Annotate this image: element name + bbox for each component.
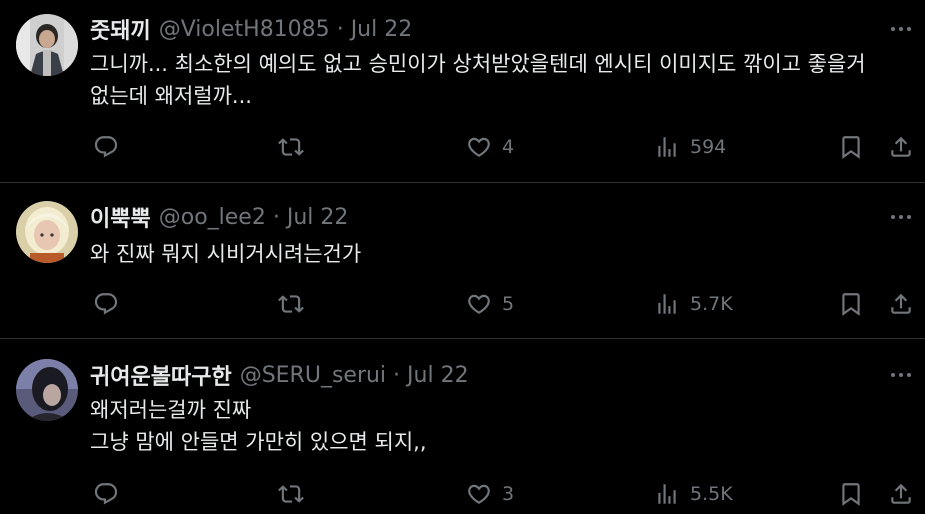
user-handle[interactable]: @SERU_serui bbox=[240, 363, 386, 388]
share-button[interactable] bbox=[888, 291, 914, 317]
separator: · bbox=[336, 16, 344, 42]
separator: · bbox=[393, 362, 401, 388]
like-count: 5 bbox=[502, 293, 515, 315]
tweet-text-line: 없는데 왜저럴까... bbox=[90, 84, 252, 108]
avatar[interactable] bbox=[16, 359, 78, 421]
bookmark-icon bbox=[842, 293, 860, 316]
tweet-header: 줏돼끼 @VioletH81085 · Jul 22 bbox=[90, 13, 413, 45]
reply-button[interactable] bbox=[93, 481, 119, 507]
like-button[interactable]: 4 bbox=[466, 134, 514, 160]
reply-button[interactable] bbox=[93, 134, 119, 160]
reply-icon bbox=[94, 483, 118, 505]
views-button[interactable]: 5.7K bbox=[654, 291, 733, 317]
tweet-text-line: 그니까... 최소한의 예의도 없고 승민이가 상처받았을텐데 엔시티 이미지도… bbox=[90, 52, 866, 76]
display-name[interactable]: 줏돼끼 bbox=[90, 13, 151, 45]
views-button[interactable]: 594 bbox=[654, 134, 726, 160]
tweet-text-line: 와 진짜 뭐지 시비거시려는건가 bbox=[90, 242, 362, 266]
share-icon bbox=[891, 136, 911, 157]
share-button[interactable] bbox=[888, 481, 914, 507]
more-icon[interactable] bbox=[888, 368, 914, 382]
views-button[interactable]: 5.5K bbox=[654, 481, 733, 507]
avatar[interactable] bbox=[16, 14, 78, 76]
views-icon bbox=[658, 484, 676, 504]
tweet-text: 와 진짜 뭐지 시비거시려는건가 bbox=[90, 238, 910, 270]
view-count: 594 bbox=[690, 136, 727, 158]
tweet-text-line: 그냥 맘에 안들면 가만히 있으면 되지,, bbox=[90, 430, 427, 454]
tweet-text: 그니까... 최소한의 예의도 없고 승민이가 상처받았을텐데 엔시티 이미지도… bbox=[90, 48, 910, 112]
share-button[interactable] bbox=[888, 134, 914, 160]
display-name[interactable]: 이뿍뿍 bbox=[90, 201, 151, 233]
tweet[interactable]: 이뿍뿍 @oo_lee2 · Jul 22 와 진짜 뭐지 시비거시려는건가 5… bbox=[0, 183, 925, 338]
tweet-header: 이뿍뿍 @oo_lee2 · Jul 22 bbox=[90, 201, 349, 233]
bookmark-button[interactable] bbox=[838, 291, 864, 317]
reply-icon bbox=[94, 293, 118, 315]
like-button[interactable]: 3 bbox=[466, 481, 514, 507]
avatar[interactable] bbox=[16, 201, 78, 263]
views-icon bbox=[658, 294, 676, 314]
bookmark-icon bbox=[842, 136, 860, 159]
more-icon[interactable] bbox=[888, 22, 914, 36]
like-button[interactable]: 5 bbox=[466, 291, 514, 317]
more-icon[interactable] bbox=[888, 210, 914, 224]
bookmark-button[interactable] bbox=[838, 481, 864, 507]
user-handle[interactable]: @VioletH81085 bbox=[159, 17, 330, 42]
reply-button[interactable] bbox=[93, 291, 119, 317]
bookmark-button[interactable] bbox=[838, 134, 864, 160]
tweet-header: 귀여운볼따구한 @SERU_serui · Jul 22 bbox=[90, 359, 469, 391]
timestamp[interactable]: Jul 22 bbox=[407, 363, 469, 388]
display-name[interactable]: 귀여운볼따구한 bbox=[90, 359, 232, 391]
separator: · bbox=[272, 204, 280, 230]
tweet-text-line: 왜저러는걸까 진짜 bbox=[90, 398, 252, 422]
tweet-text: 왜저러는걸까 진짜 그냥 맘에 안들면 가만히 있으면 되지,, bbox=[90, 394, 910, 458]
bookmark-icon bbox=[842, 483, 860, 506]
share-icon bbox=[891, 483, 911, 504]
reply-icon bbox=[94, 136, 118, 158]
heart-icon bbox=[468, 137, 490, 157]
retweet-button[interactable] bbox=[278, 134, 304, 160]
retweet-icon bbox=[278, 485, 304, 503]
heart-icon bbox=[468, 294, 490, 314]
view-count: 5.7K bbox=[690, 293, 733, 315]
retweet-button[interactable] bbox=[278, 291, 304, 317]
retweet-icon bbox=[278, 138, 304, 156]
timestamp[interactable]: Jul 22 bbox=[351, 17, 413, 42]
heart-icon bbox=[468, 484, 490, 504]
like-count: 4 bbox=[502, 136, 515, 158]
user-handle[interactable]: @oo_lee2 bbox=[159, 205, 266, 230]
retweet-button[interactable] bbox=[278, 481, 304, 507]
like-count: 3 bbox=[502, 483, 515, 505]
views-icon bbox=[658, 137, 676, 157]
timestamp[interactable]: Jul 22 bbox=[287, 205, 349, 230]
view-count: 5.5K bbox=[690, 483, 733, 505]
tweet[interactable]: 줏돼끼 @VioletH81085 · Jul 22 그니까... 최소한의 예… bbox=[0, 0, 925, 182]
retweet-icon bbox=[278, 295, 304, 313]
share-icon bbox=[891, 293, 911, 314]
tweet[interactable]: 귀여운볼따구한 @SERU_serui · Jul 22 왜저러는걸까 진짜 그… bbox=[0, 339, 925, 514]
